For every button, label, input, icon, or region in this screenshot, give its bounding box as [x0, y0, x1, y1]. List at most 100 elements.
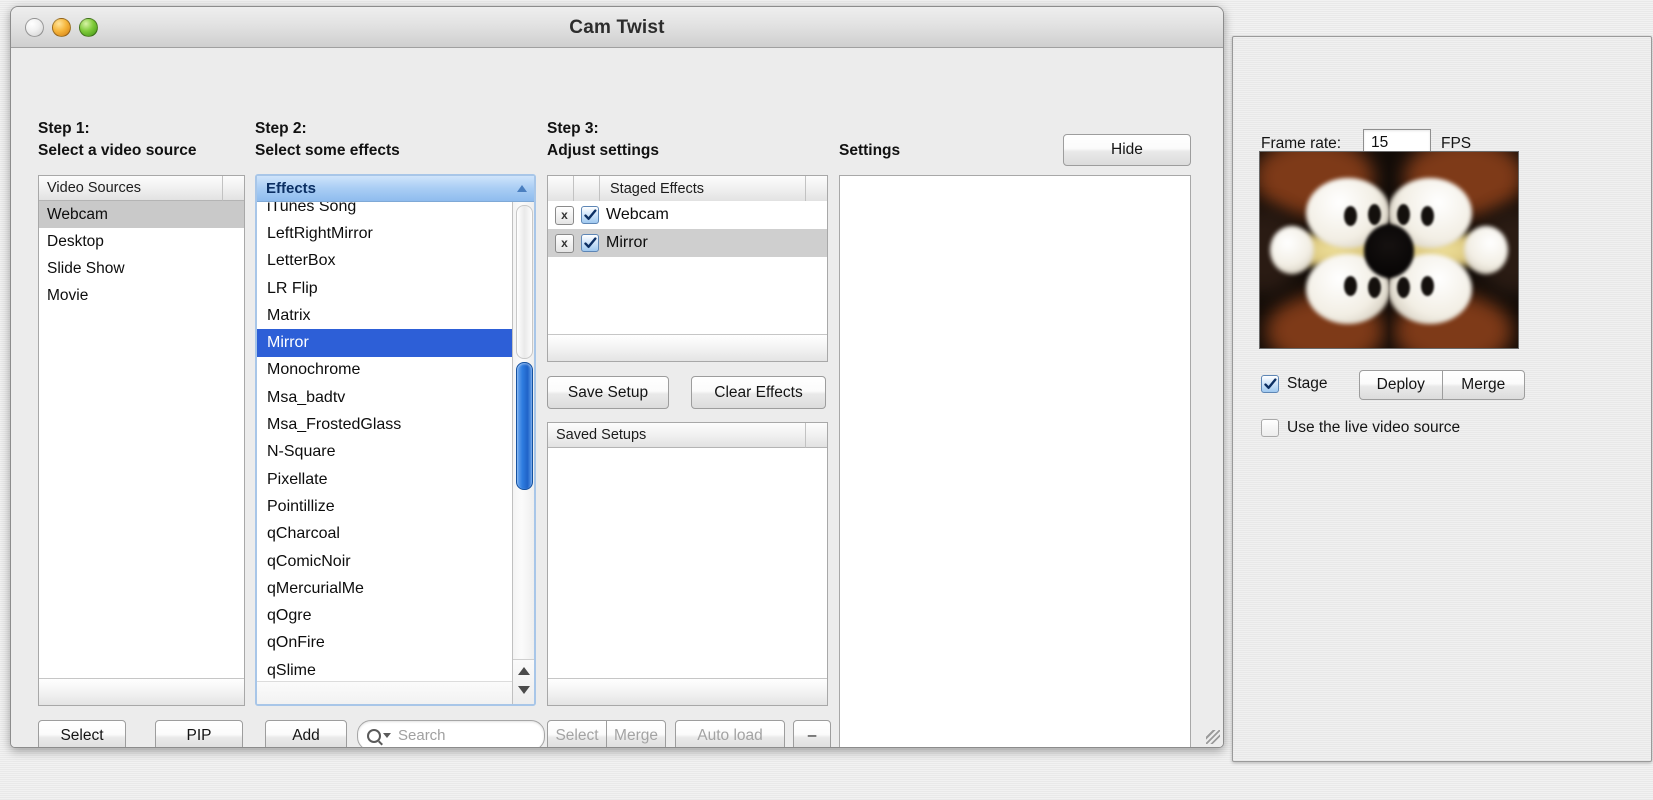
search-icon[interactable] [367, 728, 391, 743]
settings-panel[interactable] [839, 175, 1191, 747]
scrollbar-thumb[interactable] [516, 362, 533, 490]
effects-list[interactable]: Effects iTunes Song LeftRightMirror Letter… [255, 174, 536, 706]
effect-label: N-Square [267, 443, 336, 461]
staged-effect-enabled-checkbox[interactable] [581, 234, 599, 252]
title-bar[interactable]: Cam Twist [11, 7, 1223, 48]
remove-setup-button[interactable]: – [793, 720, 831, 747]
effect-item[interactable]: Mirror [257, 329, 512, 357]
effect-item[interactable]: qMercurialMe [257, 575, 512, 602]
staged-effects-header-label: Staged Effects [610, 180, 705, 197]
video-source-item[interactable]: Webcam [39, 201, 244, 228]
video-source-label: Webcam [47, 205, 108, 223]
effect-item[interactable]: qCharcoal [257, 521, 512, 548]
effect-label: LeftRightMirror [267, 224, 373, 242]
effects-header-label: Effects [266, 180, 317, 197]
select-source-button[interactable]: Select [38, 720, 126, 747]
save-setup-button[interactable]: Save Setup [547, 376, 669, 409]
search-input[interactable]: Search [357, 720, 545, 747]
scroll-down-arrow-icon[interactable] [517, 686, 530, 694]
merge-button[interactable]: Merge [1443, 371, 1525, 399]
effect-item[interactable]: Matrix [257, 302, 512, 329]
video-sources-footer [39, 678, 244, 705]
staged-effect-label: Webcam [606, 206, 669, 223]
effect-item[interactable]: qOnFire [257, 630, 512, 657]
add-effect-button[interactable]: Add [265, 720, 347, 747]
effect-item[interactable]: Pointillize [257, 493, 512, 520]
effect-item[interactable]: iTunes Song [257, 202, 512, 220]
screen: Frame rate: 15 FPS Stage Deploy Merge Us… [0, 0, 1653, 800]
video-sources-header: Video Sources [39, 176, 244, 201]
video-sources-header-label: Video Sources [47, 180, 142, 196]
window-title: Cam Twist [569, 17, 665, 38]
search-placeholder: Search [398, 727, 446, 744]
stage-label: Stage [1287, 375, 1328, 392]
effect-item[interactable]: LeftRightMirror [257, 220, 512, 247]
scrollbar-arrows[interactable] [513, 659, 534, 704]
video-sources-list[interactable]: Video Sources Webcam Desktop Slide Show Mov… [38, 175, 245, 706]
effect-label: Msa_badtv [267, 388, 346, 406]
effect-item[interactable]: LR Flip [257, 275, 512, 302]
effect-label: qSlime [267, 661, 316, 679]
effect-item[interactable]: LetterBox [257, 248, 512, 275]
saved-setups-footer [548, 678, 827, 705]
cam-twist-window: Cam Twist Step 1: Select a video source … [10, 6, 1224, 748]
video-source-item[interactable]: Slide Show [39, 255, 244, 282]
remove-staged-effect-icon[interactable]: x [555, 205, 574, 225]
staged-effects-header: Staged Effects [548, 176, 827, 201]
live-source-label: Use the live video source [1287, 419, 1461, 436]
video-source-label: Movie [47, 286, 89, 304]
settings-label: Settings [839, 142, 901, 159]
effect-item[interactable]: Pixellate [257, 466, 512, 493]
deploy-merge-segmented[interactable]: Deploy Merge [1359, 370, 1525, 400]
auto-load-button[interactable]: Auto load [675, 720, 785, 747]
effect-label: qOnFire [267, 634, 325, 652]
scrollbar-track-top[interactable] [516, 205, 533, 359]
effect-label: qOgre [267, 607, 312, 625]
clear-effects-button[interactable]: Clear Effects [691, 376, 826, 409]
staged-effect-row[interactable]: x Mirror [548, 229, 827, 257]
video-source-label: Desktop [47, 232, 104, 250]
staged-effect-enabled-checkbox[interactable] [581, 206, 599, 224]
video-source-item[interactable]: Movie [39, 282, 244, 309]
remove-staged-effect-icon[interactable]: x [555, 233, 574, 253]
effect-label: Pixellate [267, 470, 328, 488]
effect-label: qCharcoal [267, 525, 340, 543]
effect-label: qComicNoir [267, 552, 351, 570]
effect-label: Mirror [267, 334, 309, 352]
effect-item[interactable]: N-Square [257, 439, 512, 466]
effect-label: Matrix [267, 306, 311, 324]
effect-item[interactable]: qOgre [257, 602, 512, 629]
live-source-checkbox[interactable] [1261, 419, 1279, 437]
saved-setups-merge-button[interactable]: Merge [607, 721, 665, 747]
video-source-label: Slide Show [47, 259, 125, 277]
video-source-item[interactable]: Desktop [39, 228, 244, 255]
effect-item[interactable]: qComicNoir [257, 548, 512, 575]
deploy-button[interactable]: Deploy [1360, 371, 1443, 399]
effects-scrollbar[interactable] [512, 202, 534, 704]
effect-label: Monochrome [267, 361, 361, 379]
stage-checkbox-row[interactable]: Stage [1261, 375, 1328, 393]
effect-item[interactable]: Monochrome [257, 357, 512, 384]
step3-heading: Step 3: Adjust settings [547, 120, 659, 159]
sort-ascending-arrow [517, 185, 527, 192]
saved-setups-segmented[interactable]: Select Merge [547, 720, 666, 747]
staged-effects-list[interactable]: Staged Effects x Webcam x Mirror [547, 175, 828, 362]
saved-setups-select-button[interactable]: Select [548, 721, 607, 747]
staged-effect-row[interactable]: x Webcam [548, 201, 827, 229]
preview-window: Frame rate: 15 FPS Stage Deploy Merge Us… [1232, 36, 1652, 762]
pip-button[interactable]: PIP [155, 720, 243, 747]
resize-grip[interactable] [1206, 730, 1220, 744]
saved-setups-header-label: Saved Setups [556, 427, 647, 443]
effect-label: Pointillize [267, 497, 335, 515]
scroll-up-arrow-icon[interactable] [517, 667, 530, 675]
effect-item[interactable]: Msa_badtv [257, 384, 512, 411]
effect-item[interactable]: Msa_FrostedGlass [257, 411, 512, 438]
effects-list-header[interactable]: Effects [257, 176, 534, 202]
step1-heading: Step 1: Select a video source [38, 120, 197, 159]
saved-setups-list[interactable]: Saved Setups [547, 422, 828, 706]
hide-settings-button[interactable]: Hide [1063, 134, 1191, 166]
effects-list-footer [257, 681, 512, 704]
stage-checkbox[interactable] [1261, 375, 1279, 393]
live-source-checkbox-row[interactable]: Use the live video source [1261, 419, 1460, 437]
effect-label: qMercurialMe [267, 579, 364, 597]
